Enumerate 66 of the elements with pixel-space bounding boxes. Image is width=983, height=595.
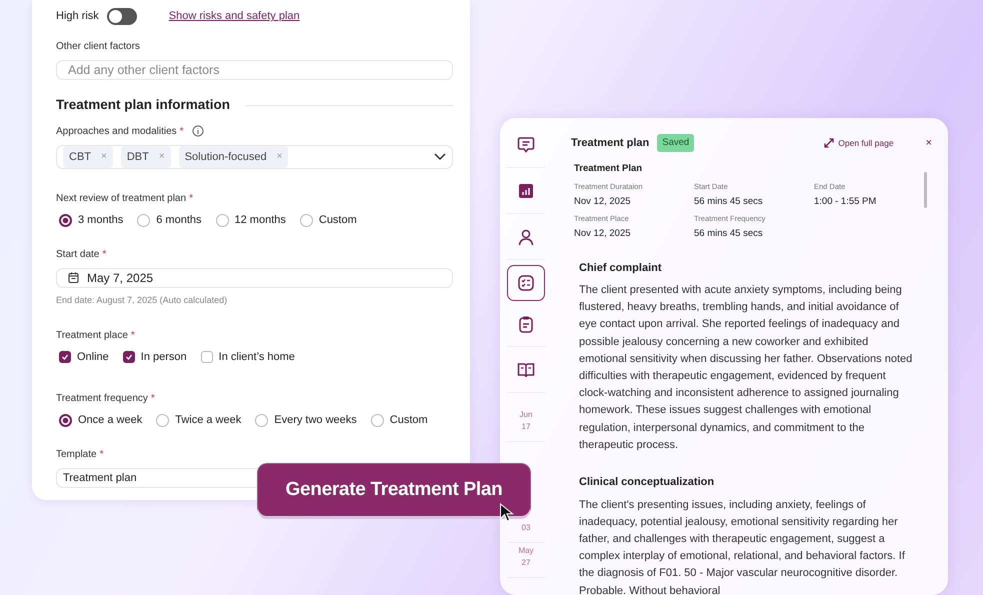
tag-label: DBT — [126, 150, 149, 165]
required-mark: * — [180, 124, 184, 139]
field-label: Treatment place — [56, 328, 128, 343]
radio-option[interactable]: 3 months — [59, 212, 124, 229]
section-heading: Chief complaint — [579, 260, 663, 276]
field-label: Template — [56, 448, 97, 462]
close-button[interactable]: × — [926, 134, 932, 152]
status-badge: Saved — [657, 134, 694, 152]
rail-tab[interactable] — [507, 265, 545, 301]
date-tab[interactable]: Jun 17 — [507, 409, 545, 433]
book-icon — [517, 360, 535, 378]
field-value: 56 mins 45 secs — [694, 227, 764, 242]
hint-text: End date: August 7, 2025 (Auto calculated) — [56, 294, 228, 308]
required-mark: * — [189, 192, 193, 206]
scrollbar — [924, 172, 927, 208]
tag-label: Solution-focused — [184, 150, 267, 165]
radio-option[interactable]: Custom — [300, 212, 357, 229]
checkbox-option[interactable]: In client’s home — [200, 348, 295, 366]
toggle-switch[interactable] — [106, 8, 137, 25]
info-icon — [192, 125, 204, 138]
radio-option[interactable]: Custom — [370, 412, 428, 429]
summary-heading: Treatment Plan — [574, 162, 644, 176]
section-text: The client presented with acute anxiety symptoms, including being flustered, heavy breaths, trembling hands, and initial avoidance of eye contact upon arrival. She reported feelings of inadequacy and possible jealousy concerning a new coworker and exhibited emotional sensitivity when discussing her father. Observations noted difficulties with therapeutic engagement, evidenced by frequent clock-watching and inconsistent adherence to assigned journaling homework. These issues suggest challenges with emotional regulation, interpersonal dynamics, and commitment to the therapeutic process. — [579, 283, 914, 453]
field-label: Start date — [56, 248, 100, 262]
required-mark: * — [130, 328, 135, 343]
radio-option[interactable]: 12 months — [216, 212, 286, 229]
checkbox-option[interactable]: Online — [59, 348, 109, 366]
calendar-icon — [68, 272, 79, 284]
safety-plan-link[interactable]: Show risks and safety plan — [168, 8, 300, 25]
text-field[interactable]: Add any other client factors — [56, 60, 453, 80]
field-value: 56 mins 45 secs — [694, 194, 764, 209]
radio-option[interactable]: Twice a week — [156, 412, 242, 429]
tag-label: CBT — [69, 150, 91, 165]
field-value: Nov 12, 2025 — [574, 227, 632, 242]
field-value: Nov 12, 2025 — [574, 194, 632, 209]
section-text: The client's presenting issues, including anxiety, feelings of inadequacy, potential jealousy, emotional sensitivity regarding her father, and challenges with therapeutic engagement, suggest a complex interplay of emotional, relational, and behavioral factors. If the diagnosis of F01. 50 - Major vascular neurocognitive disorder. Probable. Without behavioral — [579, 498, 906, 595]
field-label: Next review of treatment plan — [56, 192, 186, 206]
chat-icon — [517, 136, 535, 154]
field-label: Other client factors — [56, 40, 140, 54]
required-mark: * — [100, 448, 104, 462]
checklist-icon — [517, 274, 535, 292]
section-heading: Clinical conceptualization — [579, 475, 716, 490]
clipboard-icon — [517, 314, 535, 332]
required-mark: * — [102, 248, 106, 262]
checkbox-option[interactable]: In person — [122, 348, 187, 366]
field-label: Treatment frequency — [56, 392, 148, 406]
user-icon — [517, 228, 535, 246]
field-label: Approaches and modalities — [56, 124, 177, 139]
chart-icon — [517, 182, 535, 200]
section-title: Treatment plan information — [56, 96, 230, 114]
panel-title: Treatment plan — [571, 136, 650, 151]
chevron-down-icon — [434, 152, 446, 161]
template-field[interactable]: Treatment plan — [56, 468, 259, 488]
generate-button[interactable]: Generate Treatment Plan — [258, 464, 530, 516]
toggle-label: High risk — [56, 9, 99, 24]
open-full-page-link[interactable]: Open full page — [824, 136, 894, 150]
check-icon — [61, 352, 69, 361]
radio-option[interactable]: Every two weeks — [255, 412, 357, 429]
radio-option[interactable]: Once a week — [59, 412, 142, 429]
expand-icon — [824, 138, 834, 148]
required-mark: * — [150, 392, 155, 406]
field-value: 1:00 - 1:55 PM — [814, 194, 878, 209]
date-tab[interactable]: May 27 — [507, 545, 545, 569]
radio-option[interactable]: 6 months — [137, 212, 202, 229]
check-icon — [124, 352, 133, 361]
date-field[interactable]: May 7, 2025 — [56, 268, 453, 288]
